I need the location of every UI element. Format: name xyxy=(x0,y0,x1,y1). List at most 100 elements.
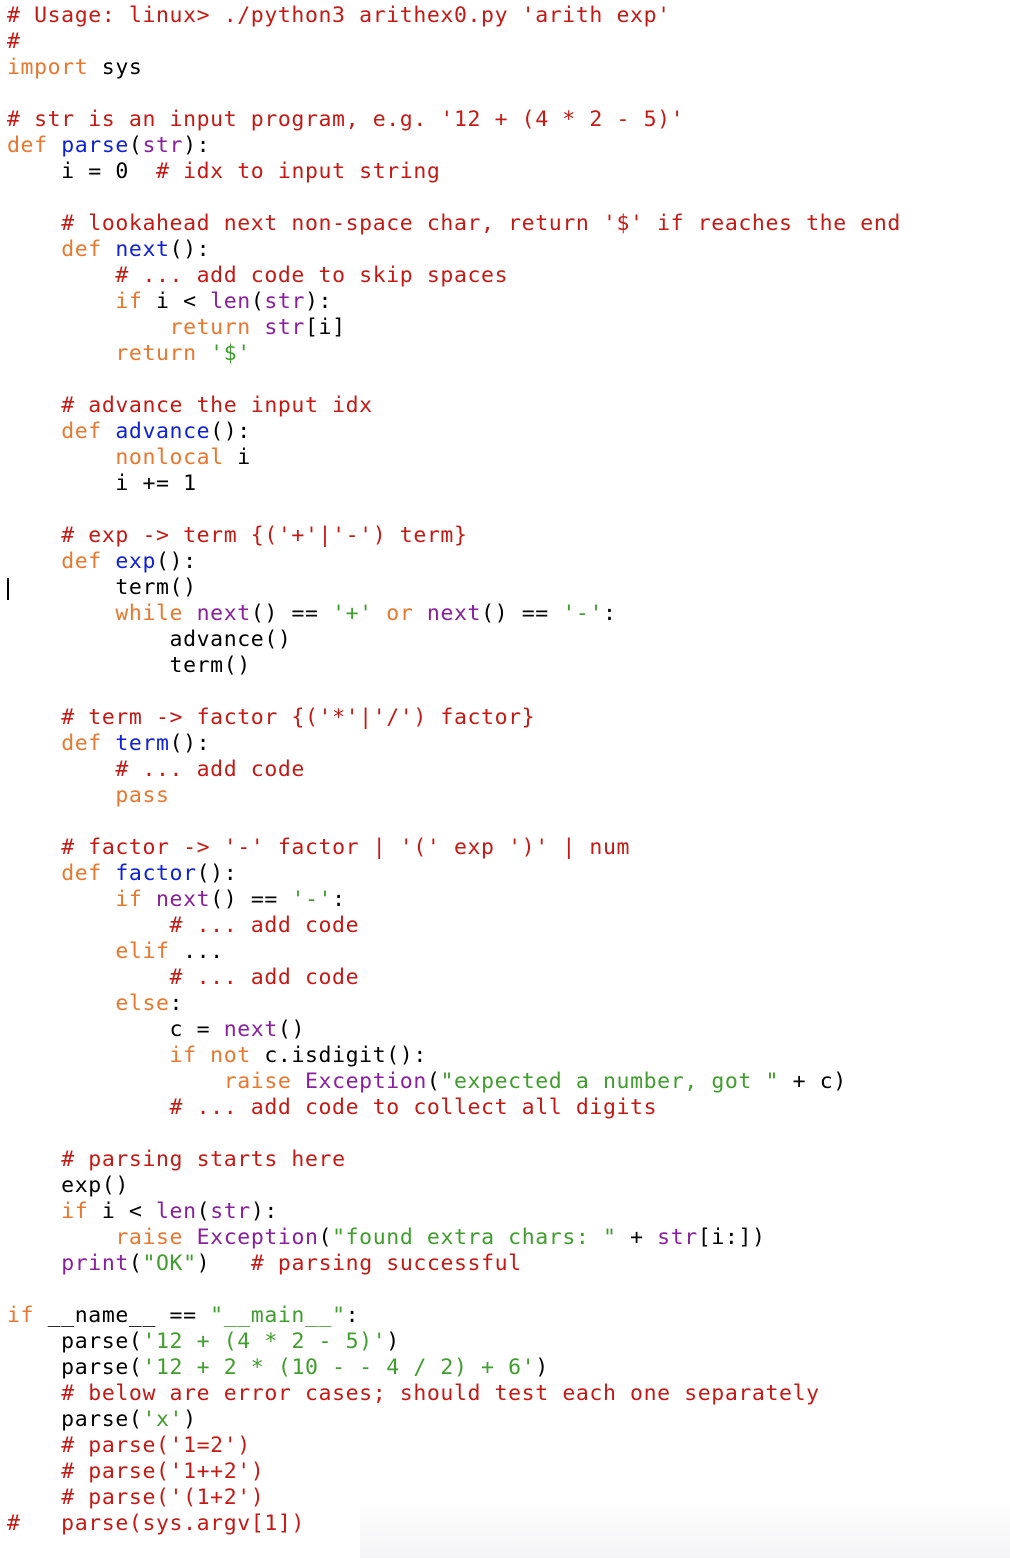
comment-token: # xyxy=(7,29,21,54)
code-line[interactable]: if not c.isdigit(): xyxy=(7,1043,901,1069)
code-line[interactable]: print("OK") # parsing successful xyxy=(7,1251,901,1277)
code-token: : xyxy=(345,1303,360,1328)
code-line[interactable]: return '$' xyxy=(7,341,901,367)
code-line[interactable]: # str is an input program, e.g. '12 + (4… xyxy=(7,107,901,133)
comment-token: # Usage: linux> ./python3 arithex0.py 'a… xyxy=(7,3,671,28)
code-token: i = 0 xyxy=(7,159,156,184)
code-token: (): xyxy=(196,861,238,886)
string-token: '$' xyxy=(210,341,251,366)
code-line[interactable] xyxy=(7,1121,901,1147)
code-line[interactable]: # exp -> term {('+'|'-') term} xyxy=(7,523,901,549)
code-line[interactable]: def factor(): xyxy=(7,861,901,887)
code-token: ... xyxy=(169,939,224,964)
comment-token: # factor -> '-' factor | '(' exp ')' | n… xyxy=(61,835,631,860)
code-line[interactable]: # ... add code xyxy=(7,913,901,939)
code-token: parse( xyxy=(7,1329,143,1354)
keyword-token: def xyxy=(61,861,102,886)
code-line[interactable]: elif ... xyxy=(7,939,901,965)
code-line[interactable]: raise Exception("expected a number, got … xyxy=(7,1069,901,1095)
code-line[interactable]: # parsing starts here xyxy=(7,1147,901,1173)
code-line[interactable]: advance() xyxy=(7,627,901,653)
code-token: advance() xyxy=(7,627,292,652)
code-line[interactable] xyxy=(7,1277,901,1303)
code-line[interactable]: # Usage: linux> ./python3 arithex0.py 'a… xyxy=(7,3,901,29)
code-line[interactable]: if __name__ == "__main__": xyxy=(7,1303,901,1329)
keyword-token: def xyxy=(61,419,102,444)
code-line[interactable]: # ... add code to collect all digits xyxy=(7,1095,901,1121)
comment-token: # lookahead next non-space char, return … xyxy=(61,211,901,236)
code-line[interactable]: # parse('(1+2') xyxy=(7,1485,901,1511)
code-line[interactable]: raise Exception("found extra chars: " + … xyxy=(7,1225,901,1251)
builtin-token: next xyxy=(223,1017,278,1042)
builtin-token: str xyxy=(657,1225,698,1250)
code-line[interactable]: import sys xyxy=(7,55,901,81)
code-line[interactable]: # parse('1++2') xyxy=(7,1459,901,1485)
code-line[interactable]: while next() == '+' or next() == '-': xyxy=(7,601,901,627)
code-line[interactable]: c = next() xyxy=(7,1017,901,1043)
code-line[interactable]: parse('12 + (4 * 2 - 5)') xyxy=(7,1329,901,1355)
code-line[interactable]: # parse(sys.argv[1]) xyxy=(7,1511,901,1537)
code-editor[interactable]: # Usage: linux> ./python3 arithex0.py 'a… xyxy=(7,3,901,1537)
code-line[interactable] xyxy=(7,185,901,211)
builtin-token: str xyxy=(210,1199,251,1224)
code-line[interactable]: # below are error cases; should test eac… xyxy=(7,1381,901,1407)
code-line[interactable] xyxy=(7,679,901,705)
code-line[interactable]: if i < len(str): xyxy=(7,1199,901,1225)
code-line[interactable]: # ... add code xyxy=(7,965,901,991)
code-line[interactable]: else: xyxy=(7,991,901,1017)
code-line[interactable] xyxy=(7,367,901,393)
keyword-token: def xyxy=(61,549,102,574)
code-line[interactable] xyxy=(7,809,901,835)
keyword-token: def xyxy=(7,133,48,158)
code-line[interactable]: # advance the input idx xyxy=(7,393,901,419)
code-line[interactable]: i = 0 # idx to input string xyxy=(7,159,901,185)
code-line[interactable]: def parse(str): xyxy=(7,133,901,159)
code-line[interactable]: # xyxy=(7,29,901,55)
code-line[interactable]: # term -> factor {('*'|'/') factor} xyxy=(7,705,901,731)
string-token: "OK" xyxy=(142,1251,197,1276)
code-line[interactable]: # ... add code to skip spaces xyxy=(7,263,901,289)
code-line[interactable]: def exp(): xyxy=(7,549,901,575)
comment-token: # ... add code to skip spaces xyxy=(115,263,509,288)
code-line[interactable]: if next() == '-': xyxy=(7,887,901,913)
code-line[interactable]: parse('x') xyxy=(7,1407,901,1433)
code-line[interactable]: parse('12 + 2 * (10 - - 4 / 2) + 6') xyxy=(7,1355,901,1381)
code-line[interactable]: # ... add code xyxy=(7,757,901,783)
code-line[interactable]: # parse('1=2') xyxy=(7,1433,901,1459)
code-line[interactable]: # lookahead next non-space char, return … xyxy=(7,211,901,237)
code-line[interactable]: term() xyxy=(7,653,901,679)
code-line[interactable]: i += 1 xyxy=(7,471,901,497)
string-token: "expected a number, got " xyxy=(440,1069,780,1094)
code-line[interactable]: return str[i] xyxy=(7,315,901,341)
code-line[interactable]: def term(): xyxy=(7,731,901,757)
code-line[interactable]: exp() xyxy=(7,1173,901,1199)
code-line[interactable]: nonlocal i xyxy=(7,445,901,471)
code-line[interactable]: pass xyxy=(7,783,901,809)
code-token: ( xyxy=(128,1251,143,1276)
comment-token: # ... add code xyxy=(169,913,360,938)
code-line[interactable]: # factor -> '-' factor | '(' exp ')' | n… xyxy=(7,835,901,861)
code-line[interactable] xyxy=(7,497,901,523)
keyword-token: nonlocal xyxy=(115,445,224,470)
code-line[interactable]: if i < len(str): xyxy=(7,289,901,315)
code-line[interactable]: def advance(): xyxy=(7,419,901,445)
code-line[interactable] xyxy=(7,81,901,107)
code-line[interactable]: def next(): xyxy=(7,237,901,263)
code-token: () == xyxy=(481,601,563,626)
code-line[interactable]: term() xyxy=(7,575,901,601)
